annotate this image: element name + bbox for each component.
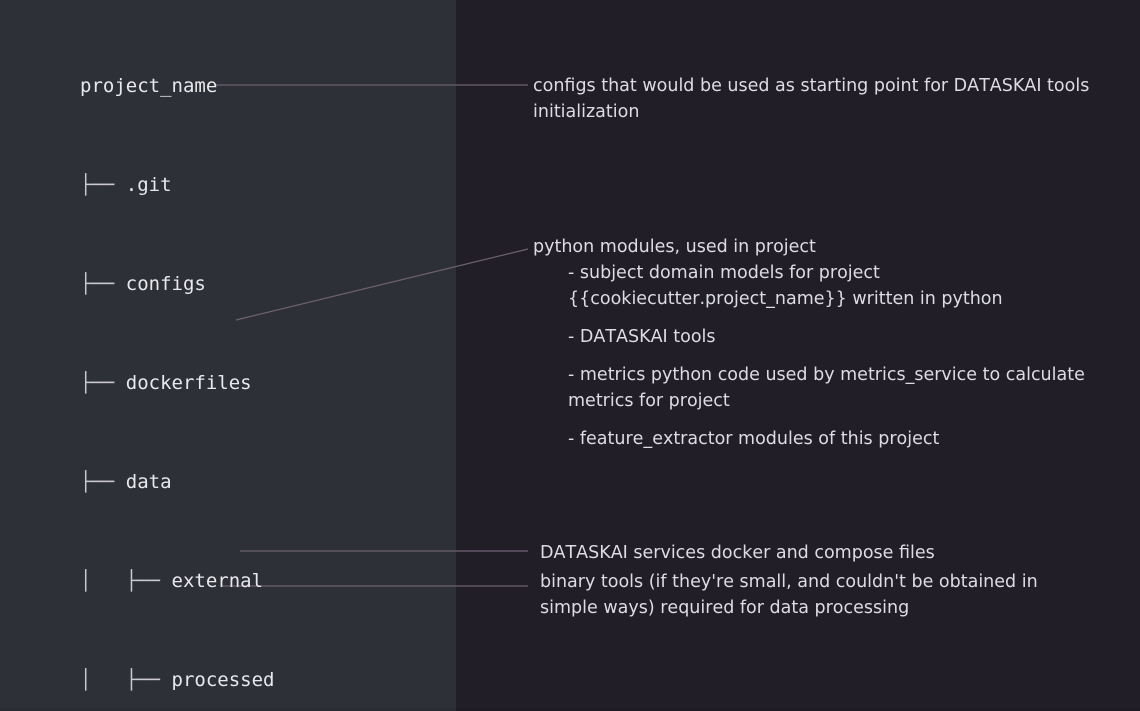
annotation-modules: python modules, used in project - subjec… [533,234,1093,452]
tree-node-label[interactable]: data [126,471,172,493]
tree-branch-glyph: ├── [80,273,126,295]
tree-row: ├── configs [80,268,377,301]
tree-row: ├── .git [80,169,377,202]
tree-node-label[interactable]: external [172,570,264,592]
annotation-bullet-item: - DATASKAI tools [568,327,716,347]
annotation-bullet-item: - metrics python code used by metrics_se… [568,365,1085,411]
tree-node-label[interactable]: configs [126,273,206,295]
annotation-tools-text: binary tools (if they're small, and coul… [540,572,1038,618]
annotation-configs-text: configs that would be used as starting p… [533,76,1090,122]
annotation-bullet-item: - subject domain models for project {{co… [568,263,1003,309]
annotation-services: DATASKAI services docker and compose fil… [540,540,1100,566]
annotation-tools: binary tools (if they're small, and coul… [540,569,1100,621]
tree-node-label[interactable]: .git [126,174,172,196]
tree-branch-glyph: ├── [80,174,126,196]
tree-node-label[interactable]: processed [172,669,275,691]
annotation-configs: configs that would be used as starting p… [533,73,1093,125]
tree-node-label[interactable]: project_name [80,75,217,97]
tree-node-label[interactable]: dockerfiles [126,372,252,394]
tree-branch-glyph: │ ├── [80,570,172,592]
tree-branch-glyph: ├── [80,471,126,493]
tree-row: ├── data [80,466,377,499]
tree-branch-glyph: ├── [80,372,126,394]
annotation-services-text: DATASKAI services docker and compose fil… [540,543,935,563]
tree-row: project_name [80,70,377,103]
tree-row: │ ├── processed [80,664,377,697]
annotation-modules-heading: python modules, used in project [533,237,816,257]
tree-branch-glyph: │ ├── [80,669,172,691]
annotation-modules-bullet-list: - subject domain models for project {{co… [533,260,1093,452]
tree-row: │ ├── external [80,565,377,598]
project-structure-diagram: project_name ├── .git ├── configs ├── do… [0,0,1140,711]
annotation-bullet-item: - feature_extractor modules of this proj… [568,429,940,449]
file-tree: project_name ├── .git ├── configs ├── do… [80,4,377,711]
tree-row: ├── dockerfiles [80,367,377,400]
